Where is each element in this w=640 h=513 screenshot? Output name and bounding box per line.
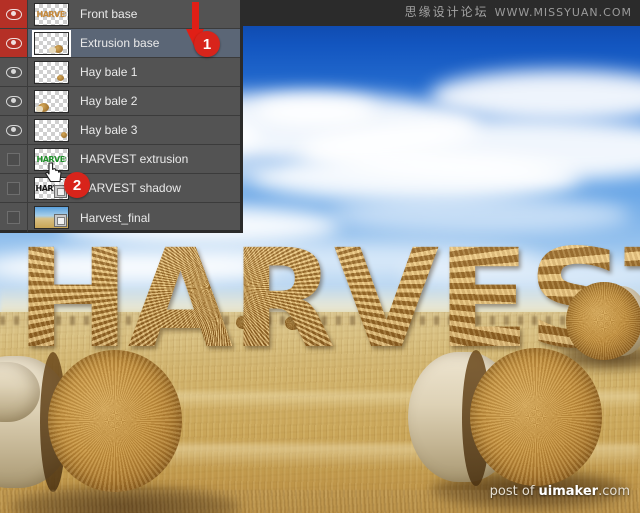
layer-row-hay-bale-1[interactable]: Hay bale 1 — [0, 58, 240, 87]
layer-thumbnail-cell[interactable] — [28, 89, 74, 113]
layer-name-label[interactable]: HARVEST shadow — [74, 181, 240, 195]
top-watermark: 思缘设计论坛 WWW.MISSYUAN.COM — [405, 3, 632, 20]
layer-name-label[interactable]: Hay bale 3 — [74, 123, 240, 137]
harvest-headline-text: HARVEST — [16, 236, 640, 366]
layer-name-label[interactable]: HARVEST extrusion — [74, 152, 240, 166]
layer-thumbnail-cell[interactable]: HARVEST — [28, 2, 74, 26]
layer-thumbnail-cell[interactable] — [28, 60, 74, 84]
thumbnail-text: HARVEST — [36, 9, 66, 19]
watermark-brand: uimaker — [538, 484, 599, 499]
layer-row-harvest-shadow[interactable]: HARV HARVEST shadow — [0, 174, 240, 203]
eye-icon — [5, 37, 22, 49]
layer-row-hay-bale-3[interactable]: Hay bale 3 — [0, 116, 240, 145]
cloud-shape — [255, 96, 375, 126]
thumbnail-bale-side — [35, 105, 43, 112]
layer-thumbnail[interactable] — [33, 89, 69, 113]
layer-name-label[interactable]: Front base — [74, 7, 240, 21]
layer-visibility-toggle[interactable] — [0, 87, 28, 115]
layer-thumbnail[interactable] — [33, 118, 69, 142]
layer-row-harvest-final[interactable]: Harvest_final — [0, 203, 240, 232]
layer-thumbnail-cell[interactable] — [28, 29, 74, 57]
bottom-watermark: post of uimaker.com — [490, 484, 630, 499]
thumbnail-bale-side — [48, 46, 56, 53]
smart-object-badge-icon — [53, 214, 67, 227]
step-badge-2: 2 — [64, 172, 90, 198]
layer-name-label[interactable]: Harvest_final — [74, 211, 240, 225]
empty-checkbox-icon — [7, 181, 20, 195]
layer-visibility-toggle[interactable] — [0, 0, 28, 28]
layer-row-hay-bale-2[interactable]: Hay bale 2 — [0, 87, 240, 116]
layer-visibility-toggle[interactable] — [0, 116, 28, 144]
eye-icon — [5, 8, 22, 20]
screenshot-stage: HARVEST post of uimaker.com — [0, 0, 640, 513]
empty-checkbox-icon — [7, 211, 20, 224]
watermark-url-text: WWW.MISSYUAN.COM — [494, 6, 632, 19]
layer-thumbnail-cell[interactable] — [28, 118, 74, 142]
eye-icon — [5, 124, 22, 136]
thumbnail-bale-shape — [56, 74, 64, 81]
layer-name-label[interactable]: Hay bale 2 — [74, 94, 240, 108]
layer-thumbnail[interactable] — [33, 206, 69, 229]
layer-thumbnail[interactable] — [31, 29, 71, 57]
layer-visibility-toggle[interactable] — [0, 29, 28, 57]
thumbnail-bale-shape — [60, 131, 67, 138]
layer-row-harvest-extrusion[interactable]: HARVEST HARVEST extrusion — [0, 145, 240, 174]
layer-thumbnail[interactable] — [33, 60, 69, 84]
watermark-tld: .com — [598, 484, 630, 499]
eye-icon — [5, 66, 22, 78]
layer-thumbnail[interactable]: HARVEST — [33, 2, 69, 26]
hand-cursor-icon — [45, 162, 62, 183]
layer-name-label[interactable]: Hay bale 1 — [74, 65, 240, 79]
cloud-shape — [250, 152, 580, 202]
eye-icon — [5, 95, 22, 107]
watermark-prefix: post of — [489, 484, 539, 499]
watermark-cn-text: 思缘设计论坛 — [404, 5, 489, 19]
layer-visibility-toggle[interactable] — [0, 174, 28, 202]
layer-visibility-toggle[interactable] — [0, 145, 28, 173]
layer-visibility-toggle[interactable] — [0, 203, 28, 232]
empty-checkbox-icon — [7, 152, 20, 166]
layer-visibility-toggle[interactable] — [0, 58, 28, 86]
step-badge-1: 1 — [194, 31, 220, 57]
layer-row-front-base[interactable]: HARVEST Front base — [0, 0, 240, 29]
layer-thumbnail-cell[interactable] — [28, 206, 74, 229]
